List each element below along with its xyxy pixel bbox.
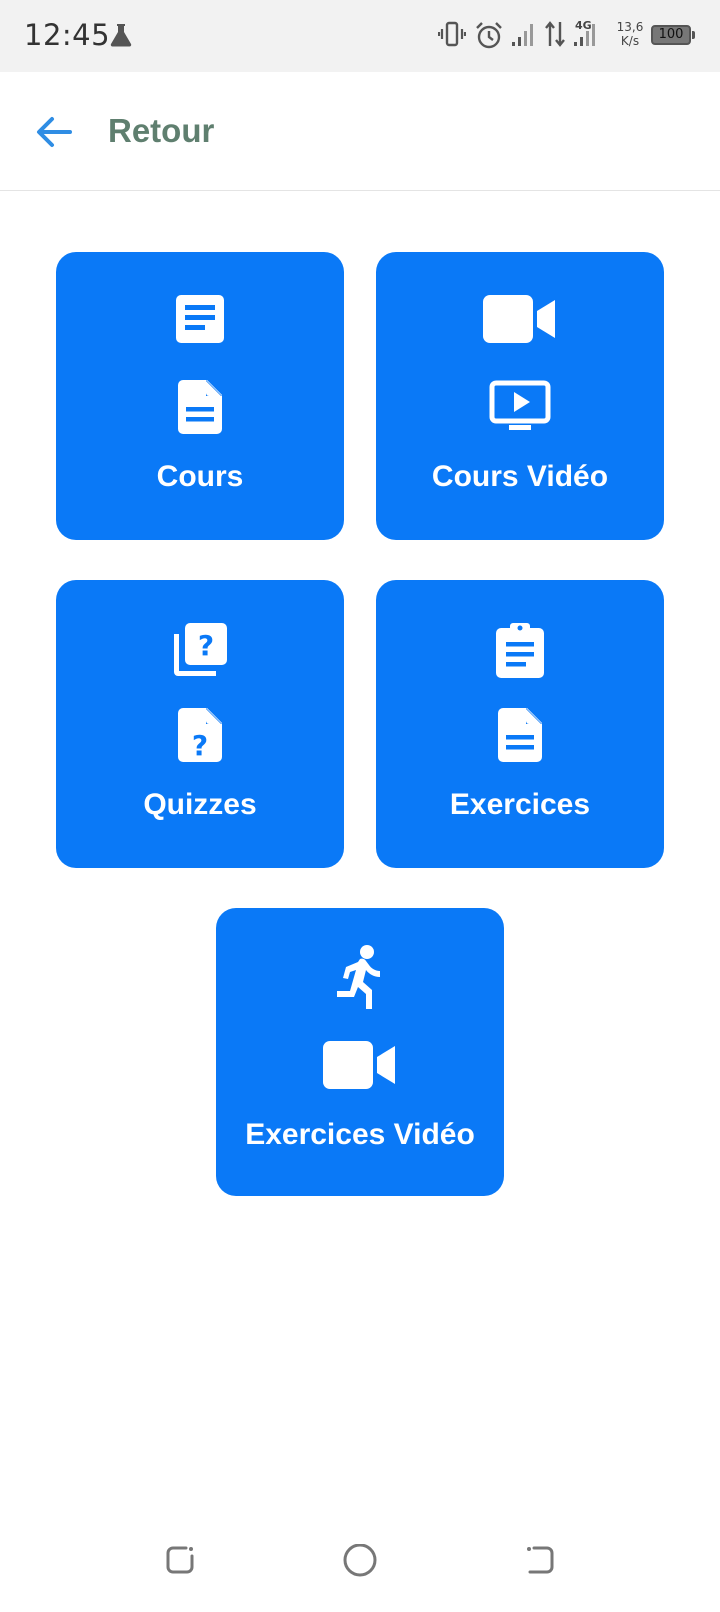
vibrate-icon [438, 20, 466, 50]
recents-icon[interactable] [164, 1544, 196, 1576]
article-icon [175, 294, 225, 344]
tile-cours-video[interactable]: Cours Vidéo [376, 252, 664, 540]
signal-icon-2 [572, 20, 598, 48]
battery-level: 100 [658, 27, 684, 42]
tile-cours[interactable]: Cours [56, 252, 344, 540]
document-icon [498, 708, 542, 762]
video-camera-icon [483, 294, 557, 344]
system-nav-bar [0, 1508, 720, 1612]
running-person-icon [332, 944, 388, 1010]
battery-icon: 100 [651, 25, 695, 45]
tile-label: Exercices Vidéo [245, 1118, 475, 1151]
video-camera-icon [323, 1040, 397, 1090]
signal-icon [510, 20, 536, 48]
app-header: Retour [0, 72, 720, 191]
tile-label: Cours Vidéo [431, 460, 609, 493]
quiz-library-icon: ? [172, 622, 228, 678]
quiz-document-icon: ? [178, 708, 222, 762]
back-icon[interactable] [524, 1544, 556, 1576]
status-bar: 12:45 4G 13,6 K/s 100 [0, 0, 720, 72]
tile-exercices[interactable]: Exercices [376, 580, 664, 868]
back-button[interactable] [30, 108, 78, 156]
page-title: Retour [108, 112, 215, 149]
home-icon[interactable] [342, 1544, 378, 1580]
clipboard-icon [495, 622, 545, 678]
net-speed-value: 13,6 [616, 20, 644, 34]
play-screen-icon [489, 380, 551, 432]
tile-label: Exercices [449, 788, 591, 821]
status-time: 12:45 [24, 18, 111, 52]
document-icon [178, 380, 222, 434]
svg-text:?: ? [198, 629, 214, 662]
tile-quizzes[interactable]: ? ? Quizzes [56, 580, 344, 868]
svg-text:?: ? [192, 729, 208, 762]
tile-label: Cours [156, 460, 244, 493]
flask-icon [108, 22, 134, 48]
tile-exercices-video[interactable]: Exercices Vidéo [216, 908, 504, 1196]
alarm-icon [474, 20, 504, 50]
net-speed: 13,6 K/s [615, 20, 645, 48]
arrow-left-icon [34, 114, 74, 150]
data-transfer-icon [544, 20, 566, 48]
net-speed-unit: K/s [620, 34, 640, 48]
tile-label: Quizzes [143, 788, 257, 821]
